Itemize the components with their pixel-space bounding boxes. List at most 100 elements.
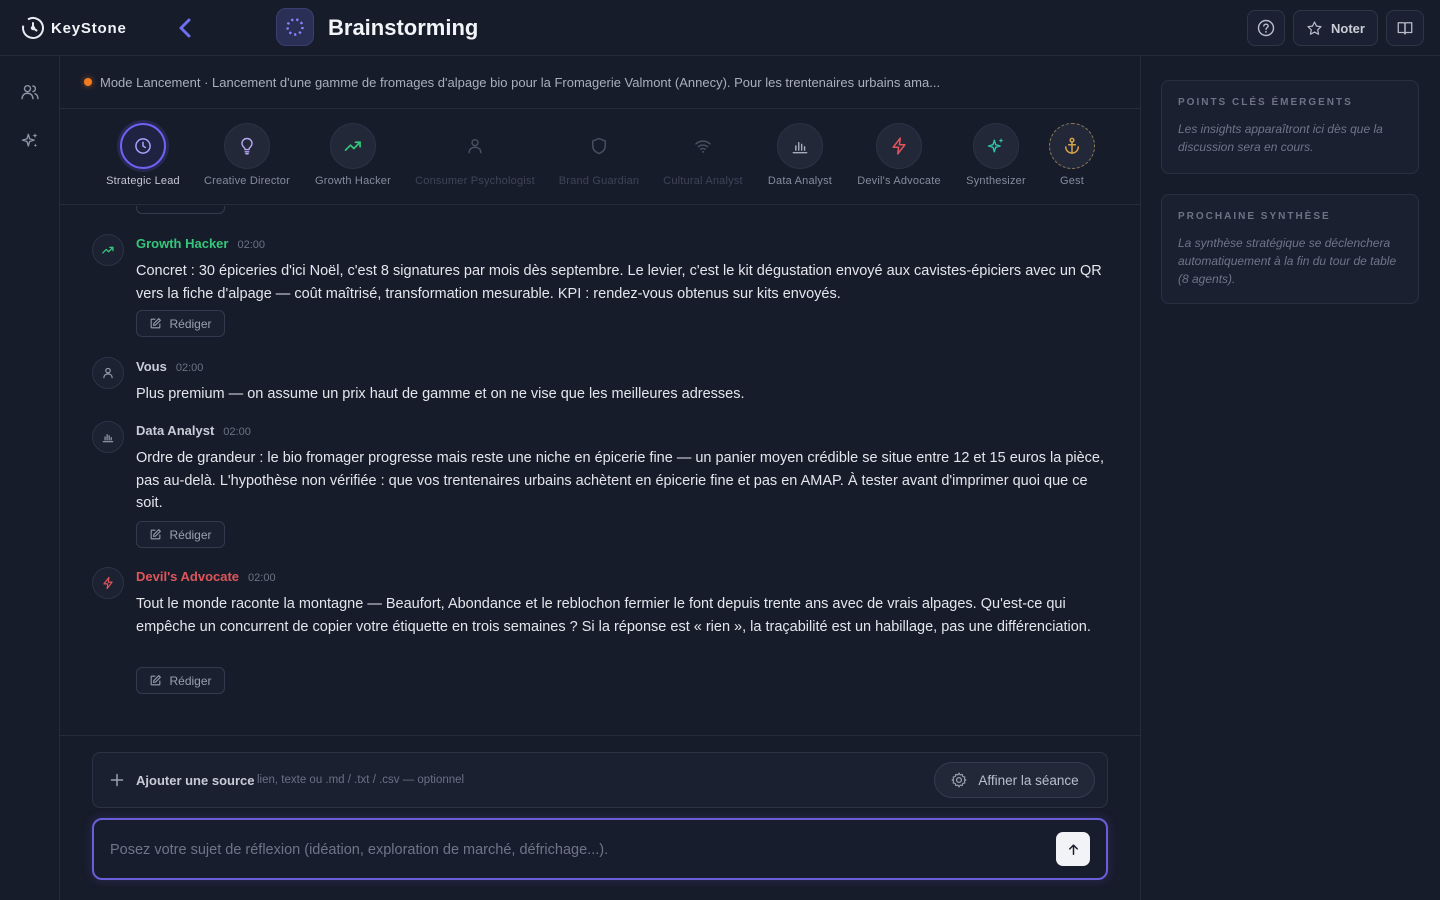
agent-strategic-lead[interactable]: Strategic Lead	[103, 123, 183, 187]
composer-divider	[60, 735, 1140, 736]
agent-gest[interactable]: Gest	[1042, 123, 1102, 187]
anchor-icon	[1065, 137, 1079, 154]
draft-button-label: Rédiger	[169, 527, 212, 542]
rate-button[interactable]: Noter	[1293, 10, 1378, 46]
synthesis-title: PROCHAINE SYNTHÈSE	[1178, 211, 1331, 222]
message-time: 02:00	[237, 239, 266, 251]
add-source-bar: Ajouter une source lien, texte ou .md / …	[92, 752, 1108, 808]
star-icon	[1307, 20, 1322, 35]
page-title: Brainstorming	[328, 15, 479, 40]
agent-data-analyst[interactable]: Data Analyst	[760, 123, 840, 187]
draft-button-partial[interactable]	[136, 206, 225, 214]
shield-icon	[592, 137, 606, 155]
agent-avatar	[120, 123, 166, 169]
user-icon	[468, 138, 482, 154]
app-logo[interactable]: KeyStone	[21, 16, 127, 40]
message-text: Ordre de grandeur : le bio fromager prog…	[136, 450, 1105, 511]
chevron-left-icon	[179, 18, 191, 38]
insights-body: Les insights apparaîtront ici dès que la…	[1178, 122, 1383, 154]
edit-icon	[151, 675, 162, 686]
status-dot	[84, 78, 92, 86]
agent-avatar	[330, 123, 376, 169]
gear-icon	[951, 772, 967, 788]
agent-brand-guardian[interactable]: Brand Guardian	[549, 123, 649, 187]
agent-name: Synthesizer	[966, 175, 1026, 187]
message-header: Growth Hacker 02:00	[136, 236, 265, 251]
insights-title: POINTS CLÉS ÉMERGENTS	[1178, 97, 1353, 108]
prompt-box	[92, 818, 1108, 880]
wifi-icon	[695, 140, 711, 153]
agent-synthesizer[interactable]: Synthesizer	[956, 123, 1036, 187]
prompt-input[interactable]	[110, 839, 1030, 861]
agent-creative-director[interactable]: Creative Director	[197, 123, 297, 187]
rail-item-agents[interactable]	[20, 82, 40, 102]
agent-consumer-psychologist[interactable]: Consumer Psychologist	[410, 123, 540, 187]
keystone-logo-icon	[22, 17, 44, 39]
edit-icon	[151, 529, 162, 540]
send-button[interactable]	[1056, 832, 1090, 866]
message-time: 02:00	[175, 362, 204, 374]
rail-item-insights[interactable]	[20, 131, 40, 151]
synthesis-card: PROCHAINE SYNTHÈSE La synthèse stratégiq…	[1161, 194, 1419, 304]
agent-growth-hacker[interactable]: Growth Hacker	[308, 123, 398, 187]
lightning-icon	[892, 137, 906, 155]
toggle-panel-button[interactable]	[1386, 10, 1424, 46]
add-source-button[interactable]: Ajouter une source	[136, 773, 254, 788]
message-text: Concret : 30 épiceries d'ici Noël, c'est…	[136, 263, 1102, 302]
session-icon-badge	[276, 8, 314, 46]
agent-name: Data Analyst	[767, 175, 833, 187]
agent-avatar	[680, 123, 726, 169]
top-bar: KeyStone Brainstorming Noter	[0, 0, 1440, 56]
message-time: 02:00	[223, 426, 251, 438]
agent-name: Consumer Psychologist	[415, 175, 535, 187]
draft-button[interactable]: Rédiger	[136, 667, 225, 694]
message-author: Growth Hacker	[136, 236, 229, 251]
message-time: 02:00	[248, 572, 276, 584]
trending-up-icon	[102, 246, 114, 254]
agent-avatar	[973, 123, 1019, 169]
message-item: Devil's Advocate 02:00 Tout le monde rac…	[92, 567, 1112, 702]
message-author: Vous	[136, 359, 167, 374]
back-button[interactable]	[174, 16, 198, 40]
message-header: Devil's Advocate 02:00	[136, 569, 276, 584]
draft-button-label: Rédiger	[169, 673, 212, 688]
agent-avatar	[452, 123, 498, 169]
message-header: Data Analyst 02:00	[136, 423, 251, 438]
message-item: Data Analyst 02:00 Ordre de grandeur : l…	[92, 421, 1112, 556]
question-circle-icon	[1257, 19, 1275, 37]
agent-cultural-analyst[interactable]: Cultural Analyst	[657, 123, 749, 187]
message-header: Vous 02:00	[136, 359, 203, 374]
book-open-icon	[1397, 22, 1413, 35]
user-icon	[103, 367, 113, 379]
message-text: Tout le monde raconte la montagne — Beau…	[136, 596, 1091, 635]
sparkles-icon	[987, 138, 1004, 153]
agent-name: Gest	[1059, 175, 1085, 187]
agent-name: Strategic Lead	[106, 175, 180, 187]
left-rail	[0, 56, 60, 900]
message-text: Plus premium — on assume un prix haut de…	[136, 386, 745, 402]
message-list[interactable]: Growth Hacker 02:00 Concret : 30 épiceri…	[60, 206, 1140, 736]
agent-devils-advocate[interactable]: Devil's Advocate	[849, 123, 949, 187]
message-author: Devil's Advocate	[136, 569, 240, 584]
refine-session-button[interactable]: Affiner la séance	[934, 762, 1095, 798]
app-logo-text: KeyStone	[51, 19, 127, 37]
add-source-hint: lien, texte ou .md / .txt / .csv — optio…	[257, 774, 465, 786]
draft-button[interactable]: Rédiger	[136, 521, 225, 548]
session-context-bar: Mode Lancement · Lancement d'une gamme d…	[60, 56, 1140, 109]
draft-button[interactable]: Rédiger	[136, 310, 225, 337]
dotted-circle-icon	[286, 18, 304, 36]
help-button[interactable]	[1247, 10, 1285, 46]
sparkles-icon	[21, 133, 38, 148]
users-icon	[21, 84, 39, 100]
message-avatar	[92, 357, 124, 389]
edit-icon	[151, 318, 162, 329]
agent-avatar	[1049, 123, 1095, 169]
agent-avatar	[777, 123, 823, 169]
agent-name: Brand Guardian	[558, 175, 640, 187]
plus-icon[interactable]	[109, 772, 125, 788]
agent-avatar	[576, 123, 622, 169]
bar-chart-icon	[792, 141, 808, 154]
lightning-icon	[103, 576, 113, 590]
session-context-text: Mode Lancement · Lancement d'une gamme d…	[100, 74, 941, 90]
message-item: Vous 02:00 Plus premium — on assume un p…	[92, 357, 1112, 407]
